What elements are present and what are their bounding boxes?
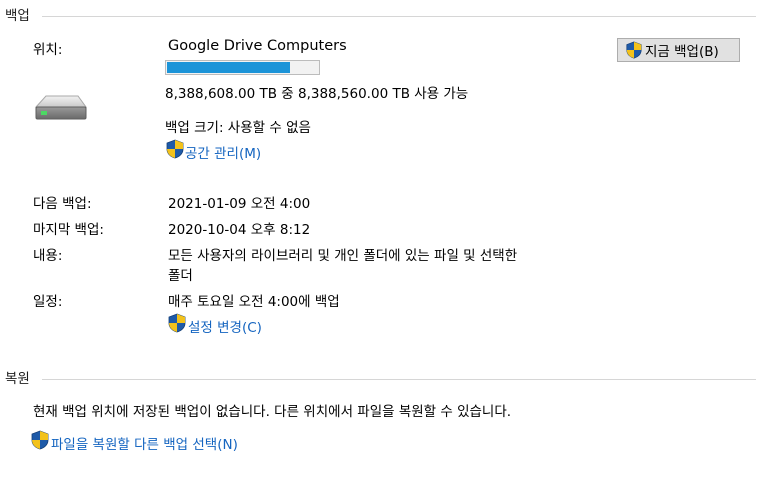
last-backup-value: 2020-10-04 오후 8:12	[168, 222, 311, 238]
restore-section-divider	[42, 379, 756, 380]
uac-shield-icon	[168, 313, 186, 333]
backup-section-title: 백업	[5, 8, 30, 24]
schedule-label: 일정:	[33, 294, 63, 310]
location-label: 위치:	[33, 42, 63, 58]
backup-section-divider	[42, 16, 756, 17]
manage-space-link[interactable]: 공간 관리(M)	[185, 142, 261, 162]
uac-shield-icon	[626, 41, 642, 59]
restore-section-title: 복원	[5, 371, 30, 387]
select-other-backup-link[interactable]: 파일을 복원할 다른 백업 선택(N)	[51, 433, 238, 453]
next-backup-value: 2021-01-09 오전 4:00	[168, 196, 311, 212]
last-backup-label: 마지막 백업:	[33, 222, 104, 238]
backup-now-label: 지금 백업(B)	[645, 44, 719, 60]
uac-shield-icon	[31, 430, 49, 450]
drive-icon	[34, 95, 87, 120]
next-backup-label: 다음 백업:	[33, 196, 92, 212]
contents-value-line2: 폴더	[168, 268, 193, 284]
contents-label: 내용:	[33, 248, 63, 264]
schedule-value: 매주 토요일 오전 4:00에 백업	[168, 294, 340, 310]
uac-shield-icon	[166, 139, 184, 159]
storage-usage-fill	[167, 62, 291, 73]
storage-usage-bar	[165, 60, 320, 75]
backup-now-button[interactable]: 지금 백업(B)	[617, 38, 740, 62]
location-name: Google Drive Computers	[168, 38, 347, 54]
backup-size-text: 백업 크기: 사용할 수 없음	[165, 120, 311, 136]
change-settings-link[interactable]: 설정 변경(C)	[188, 316, 262, 336]
restore-message: 현재 백업 위치에 저장된 백업이 없습니다. 다른 위치에서 파일을 복원할 …	[33, 404, 512, 420]
capacity-text: 8,388,608.00 TB 중 8,388,560.00 TB 사용 가능	[165, 86, 469, 102]
contents-value-line1: 모든 사용자의 라이브러리 및 개인 폴더에 있는 파일 및 선택한	[168, 248, 518, 264]
